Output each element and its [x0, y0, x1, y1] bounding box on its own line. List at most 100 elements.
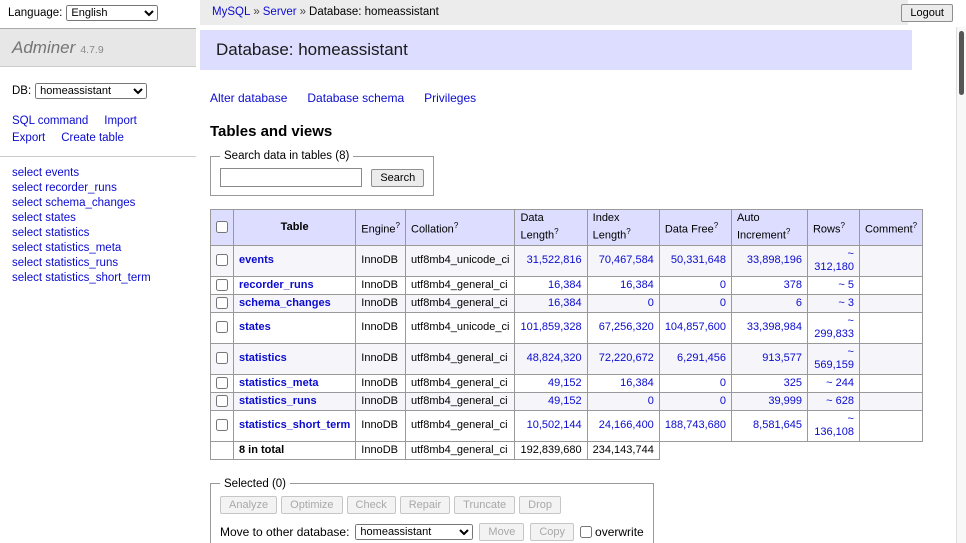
rows-link[interactable]: ~ 312,180	[814, 248, 854, 273]
sidebar-link-select-statistics[interactable]: select statistics	[12, 227, 184, 239]
data-length-link[interactable]: 10,502,144	[527, 419, 582, 431]
index-length-link[interactable]: 16,384	[620, 279, 654, 291]
data-free-link[interactable]: 104,857,600	[665, 321, 726, 333]
rows-link[interactable]: ~ 5	[838, 279, 854, 291]
overwrite-checkbox[interactable]	[580, 526, 592, 538]
help-icon[interactable]: ?	[626, 227, 630, 236]
search-button[interactable]: Search	[371, 169, 424, 187]
index-length-link[interactable]: 72,220,672	[599, 352, 654, 364]
select-all-checkbox[interactable]	[216, 221, 228, 233]
rows-link[interactable]: ~ 3	[838, 297, 854, 309]
index-length-link[interactable]: 0	[648, 297, 654, 309]
data-free-link[interactable]: 0	[720, 395, 726, 407]
data-length-link[interactable]: 101,859,328	[520, 321, 581, 333]
index-length-link[interactable]: 16,384	[620, 377, 654, 389]
help-icon[interactable]: ?	[714, 221, 718, 230]
row-checkbox-events[interactable]	[216, 254, 228, 266]
table-link-statistics-short-term[interactable]: statistics_short_term	[239, 419, 350, 431]
rows-link[interactable]: ~ 628	[826, 395, 854, 407]
sidebar-link-select-recorder-runs[interactable]: select recorder_runs	[12, 182, 184, 194]
move-db-select[interactable]: homeassistant	[355, 524, 473, 540]
index-length-link[interactable]: 0	[648, 395, 654, 407]
index-length-link[interactable]: 24,166,400	[599, 419, 654, 431]
move-button[interactable]: Move	[479, 523, 524, 541]
auto-increment-link[interactable]: 39,999	[768, 395, 802, 407]
data-length-link[interactable]: 31,522,816	[527, 254, 582, 266]
sidebar-link-select-statistics-short-term[interactable]: select statistics_short_term	[12, 272, 184, 284]
data-free-link[interactable]: 0	[720, 377, 726, 389]
vertical-scrollbar[interactable]	[956, 27, 966, 543]
sidebar-link-select-statistics-meta[interactable]: select statistics_meta	[12, 242, 184, 254]
data-free-link[interactable]: 0	[720, 297, 726, 309]
row-checkbox-statistics-short-term[interactable]	[216, 419, 228, 431]
rows-link[interactable]: ~ 136,108	[814, 413, 854, 438]
row-checkbox-recorder-runs[interactable]	[216, 279, 228, 291]
auto-increment-link[interactable]: 325	[784, 377, 802, 389]
row-checkbox-states[interactable]	[216, 321, 228, 333]
index-length-link[interactable]: 67,256,320	[599, 321, 654, 333]
data-free-link[interactable]: 50,331,648	[671, 254, 726, 266]
row-checkbox-statistics-meta[interactable]	[216, 377, 228, 389]
data-free-link[interactable]: 188,743,680	[665, 419, 726, 431]
sidebar-link-sql-command[interactable]: SQL command	[12, 115, 88, 127]
data-length-link[interactable]: 49,152	[548, 377, 582, 389]
check-button[interactable]: Check	[347, 496, 396, 514]
logout-button[interactable]: Logout	[901, 4, 953, 22]
table-link-statistics-runs[interactable]: statistics_runs	[239, 395, 317, 407]
scrollbar-thumb[interactable]	[959, 31, 964, 95]
repair-button[interactable]: Repair	[400, 496, 450, 514]
help-icon[interactable]: ?	[913, 221, 917, 230]
optimize-button[interactable]: Optimize	[281, 496, 342, 514]
rows-link[interactable]: ~ 299,833	[814, 315, 854, 340]
auto-increment-link[interactable]: 378	[784, 279, 802, 291]
help-icon[interactable]: ?	[396, 221, 400, 230]
sidebar-link-select-states[interactable]: select states	[12, 212, 184, 224]
row-checkbox-schema-changes[interactable]	[216, 297, 228, 309]
sidebar-link-select-statistics-runs[interactable]: select statistics_runs	[12, 257, 184, 269]
data-length-link[interactable]: 48,824,320	[527, 352, 582, 364]
auto-increment-link[interactable]: 8,581,645	[753, 419, 802, 431]
table-link-states[interactable]: states	[239, 321, 271, 333]
table-link-schema-changes[interactable]: schema_changes	[239, 297, 331, 309]
copy-button[interactable]: Copy	[530, 523, 574, 541]
table-link-statistics[interactable]: statistics	[239, 352, 287, 364]
help-icon[interactable]: ?	[786, 227, 790, 236]
sidebar-link-select-schema-changes[interactable]: select schema_changes	[12, 197, 184, 209]
db-select[interactable]: homeassistant	[35, 83, 147, 99]
rows-link[interactable]: ~ 244	[826, 377, 854, 389]
search-input[interactable]	[220, 168, 362, 187]
breadcrumb-server-link[interactable]: Server	[263, 6, 297, 18]
sidebar-link-import[interactable]: Import	[104, 115, 137, 127]
breadcrumb-mysql-link[interactable]: MySQL	[212, 6, 250, 18]
rows-link[interactable]: ~ 569,159	[814, 346, 854, 371]
data-length-link[interactable]: 16,384	[548, 297, 582, 309]
sidebar-link-export[interactable]: Export	[12, 132, 45, 144]
row-checkbox-statistics-runs[interactable]	[216, 395, 228, 407]
table-link-recorder-runs[interactable]: recorder_runs	[239, 279, 314, 291]
data-free-link[interactable]: 6,291,456	[677, 352, 726, 364]
table-link-events[interactable]: events	[239, 254, 274, 266]
drop-button[interactable]: Drop	[519, 496, 561, 514]
help-icon[interactable]: ?	[554, 227, 558, 236]
table-link-statistics-meta[interactable]: statistics_meta	[239, 377, 319, 389]
app-name[interactable]: Adminer	[12, 38, 75, 57]
sidebar-link-create-table[interactable]: Create table	[61, 132, 124, 144]
action-link-alter-database[interactable]: Alter database	[210, 91, 287, 105]
index-length-link[interactable]: 70,467,584	[599, 254, 654, 266]
auto-increment-link[interactable]: 6	[796, 297, 802, 309]
help-icon[interactable]: ?	[841, 221, 845, 230]
truncate-button[interactable]: Truncate	[454, 496, 515, 514]
auto-increment-link[interactable]: 33,398,984	[747, 321, 802, 333]
row-checkbox-statistics[interactable]	[216, 352, 228, 364]
data-length-link[interactable]: 49,152	[548, 395, 582, 407]
action-link-privileges[interactable]: Privileges	[424, 91, 476, 105]
sidebar-link-select-events[interactable]: select events	[12, 167, 184, 179]
auto-increment-link[interactable]: 33,898,196	[747, 254, 802, 266]
analyze-button[interactable]: Analyze	[220, 496, 277, 514]
help-icon[interactable]: ?	[454, 221, 458, 230]
language-select[interactable]: English	[66, 5, 158, 21]
auto-increment-link[interactable]: 913,577	[762, 352, 802, 364]
data-free-link[interactable]: 0	[720, 279, 726, 291]
data-length-link[interactable]: 16,384	[548, 279, 582, 291]
action-link-database-schema[interactable]: Database schema	[307, 91, 404, 105]
